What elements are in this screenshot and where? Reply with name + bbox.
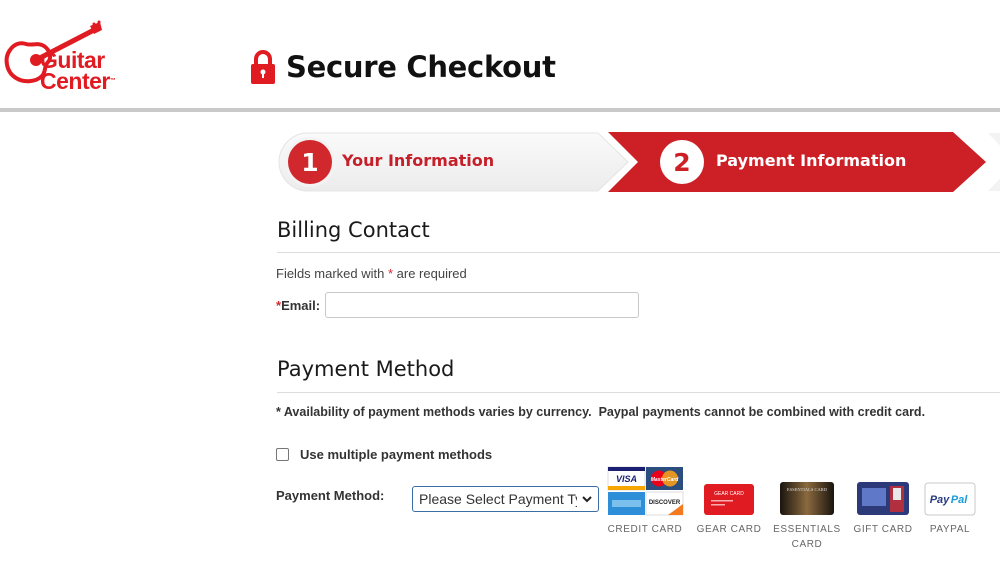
gift-card-caption: GIFT CARD [853, 524, 913, 535]
step-3-partial[interactable] [978, 132, 1000, 192]
multiple-payment-label[interactable]: Use multiple payment methods [300, 447, 492, 462]
required-fields-note: Fields marked with * are required [276, 266, 467, 281]
payment-option-paypal[interactable]: Pay Pal PAYPAL [920, 466, 980, 537]
site-header: Guitar Center™ Secure Checkout [0, 0, 1000, 108]
gift-card-icon [857, 482, 909, 515]
step-3-background [988, 133, 1000, 191]
payment-divider [277, 392, 1000, 393]
essentials-logo-text: ESSENTIALS CARD [787, 487, 828, 492]
payment-type-selected: Please Select Payment Type [419, 491, 577, 507]
step-payment-information[interactable]: 2 Payment Information [608, 132, 988, 192]
chevron-down-icon [582, 496, 592, 503]
visa-logo-text: VISA [616, 474, 637, 484]
essentials-card-caption: ESSENTIALS CARD [772, 522, 842, 552]
payment-method-label: Payment Method: [276, 488, 385, 503]
step-2-number: 2 [660, 140, 704, 184]
step-1-label: Your Information [342, 151, 495, 170]
required-note-suffix: are required [393, 266, 467, 281]
payment-options: VISA MasterCard DISCOVER CREDIT CARD GEA… [600, 466, 1000, 566]
payment-option-gift-card[interactable]: GIFT CARD [850, 466, 916, 537]
credit-card-caption: CREDIT CARD [607, 524, 683, 535]
brand-line-2: Center [40, 68, 110, 94]
credit-cards-icon: VISA MasterCard DISCOVER [607, 466, 684, 516]
gear-card-icon: GEAR CARD [704, 484, 754, 515]
trademark: ™ [109, 78, 116, 84]
email-label: *Email: [276, 298, 320, 313]
page-title-group: Secure Checkout [250, 47, 556, 87]
guitar-center-logo[interactable]: Guitar Center™ [2, 20, 142, 98]
step-2-label: Payment Information [716, 151, 907, 170]
required-note-prefix: Fields marked with [276, 266, 388, 281]
gear-card-logo-text: GEAR CARD [714, 491, 744, 497]
lock-icon [251, 50, 275, 84]
payment-option-gear-card[interactable]: GEAR CARD GEAR CARD [694, 466, 764, 537]
paypal-icon: Pay Pal [924, 482, 976, 516]
header-divider [0, 108, 1000, 112]
step-your-information[interactable]: 1 Your Information [278, 132, 638, 192]
paypal-logo-pay: Pay [930, 494, 950, 506]
essentials-caption-line-1: ESSENTIALS [773, 524, 841, 535]
email-input[interactable] [325, 292, 639, 318]
gear-card-caption: GEAR CARD [696, 524, 762, 535]
page-title: Secure Checkout [286, 50, 556, 84]
essentials-caption-line-2: CARD [791, 539, 823, 550]
multiple-payment-option[interactable]: Use multiple payment methods [276, 447, 492, 462]
availability-note: * Availability of payment methods varies… [276, 405, 926, 419]
paypal-logo-pal: Pal [951, 494, 968, 506]
mastercard-logo-text: MasterCard [651, 477, 679, 483]
multiple-payment-checkbox[interactable] [276, 448, 289, 461]
payment-type-select[interactable]: Please Select Payment Type [412, 486, 599, 512]
brand-wordmark: Guitar Center™ [40, 49, 116, 94]
step-1-number: 1 [288, 140, 332, 184]
email-label-text: Email: [281, 298, 321, 313]
payment-option-essentials-card[interactable]: ESSENTIALS CARD ESSENTIALS CARD [772, 466, 842, 552]
discover-logo-text: DISCOVER [649, 500, 681, 506]
billing-divider [277, 252, 1000, 253]
essentials-card-icon: ESSENTIALS CARD [780, 482, 834, 515]
payment-method-heading: Payment Method [277, 357, 455, 381]
billing-contact-heading: Billing Contact [277, 218, 430, 242]
payment-option-credit-card[interactable]: VISA MasterCard DISCOVER CREDIT CARD [604, 466, 686, 537]
checkout-stepper: 1 Your Information 2 Payment Information [278, 132, 1000, 192]
paypal-caption: PAYPAL [929, 524, 971, 535]
